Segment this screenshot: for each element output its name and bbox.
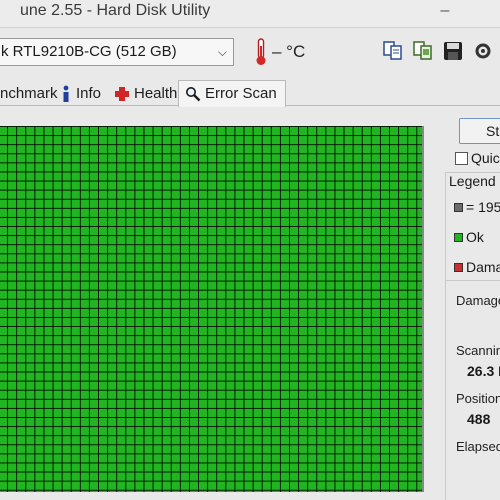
window-title: une 2.55 - Hard Disk Utility: [20, 2, 211, 19]
save-button[interactable]: [438, 36, 468, 66]
title-bar: une 2.55 - Hard Disk Utility –: [0, 0, 500, 28]
tab-info[interactable]: Info: [60, 82, 101, 106]
legend-item-ok: Ok: [454, 229, 484, 245]
tab-health-label: Health: [134, 85, 178, 102]
scan-side-panel: Sta Quick Legend = 195 Ok Damag Damaged …: [440, 110, 500, 500]
save-icon: [444, 42, 462, 60]
position-label: Position: [456, 391, 500, 406]
legend-label: Ok: [466, 229, 484, 245]
copy-info-icon: [383, 41, 402, 60]
position-value: 488: [467, 411, 491, 427]
chevron-down-icon: ⌵: [217, 45, 227, 59]
legend-label: Damag: [466, 259, 500, 275]
damaged-label: Damaged: [456, 293, 500, 308]
tab-health[interactable]: Health: [114, 82, 177, 106]
legend-item-block-size: = 195: [454, 199, 500, 215]
copy-info-button[interactable]: [378, 36, 408, 66]
exit-button[interactable]: [494, 36, 500, 66]
options-icon: [475, 43, 491, 59]
scan-block-map: [0, 126, 422, 492]
magnifier-icon: [186, 87, 201, 102]
copy-all-icon: [413, 41, 432, 60]
scanning-label: Scanning: [456, 343, 500, 358]
minimize-button[interactable]: –: [430, 3, 460, 22]
toolbar: k RTL9210B-CG (512 GB) ⌵ – °C: [0, 30, 500, 78]
green-swatch-icon: [454, 232, 463, 242]
red-swatch-icon: [454, 262, 463, 272]
start-button-label: Sta: [486, 123, 500, 139]
tab-benchmark-label: nchmark: [0, 85, 58, 102]
start-button[interactable]: Sta: [459, 118, 500, 144]
quick-scan-checkbox[interactable]: Quick: [455, 150, 500, 166]
error-scan-grid: [0, 126, 424, 492]
legend-item-damaged: Damag: [454, 259, 500, 275]
disk-select-value: k RTL9210B-CG (512 GB): [1, 43, 177, 60]
info-icon: [63, 85, 69, 102]
tab-info-label: Info: [76, 85, 102, 102]
copy-all-button[interactable]: [408, 36, 438, 66]
scan-stats-panel: Damaged Scanning 26.3 I Position 488 Ela…: [445, 280, 500, 500]
legend-title: Legend: [449, 173, 496, 189]
elapsed-time-label: Elapsed T: [456, 439, 500, 454]
gray-swatch-icon: [454, 202, 463, 212]
scanning-speed-value: 26.3 I: [467, 363, 500, 379]
checkbox-box[interactable]: [455, 151, 468, 165]
quick-scan-label: Quick: [471, 150, 500, 166]
tab-error-scan[interactable]: Error Scan: [178, 80, 286, 107]
temperature-readout: – °C: [272, 42, 306, 61]
health-cross-icon: [115, 87, 129, 101]
disk-select[interactable]: k RTL9210B-CG (512 GB) ⌵: [0, 38, 234, 66]
tab-error-scan-label: Error Scan: [205, 85, 277, 102]
thermometer-icon: [256, 38, 266, 65]
legend-label: = 195: [466, 199, 500, 215]
tab-benchmark[interactable]: nchmark: [0, 82, 58, 106]
tab-bar: nchmark Info Health Error Scan: [0, 80, 500, 107]
